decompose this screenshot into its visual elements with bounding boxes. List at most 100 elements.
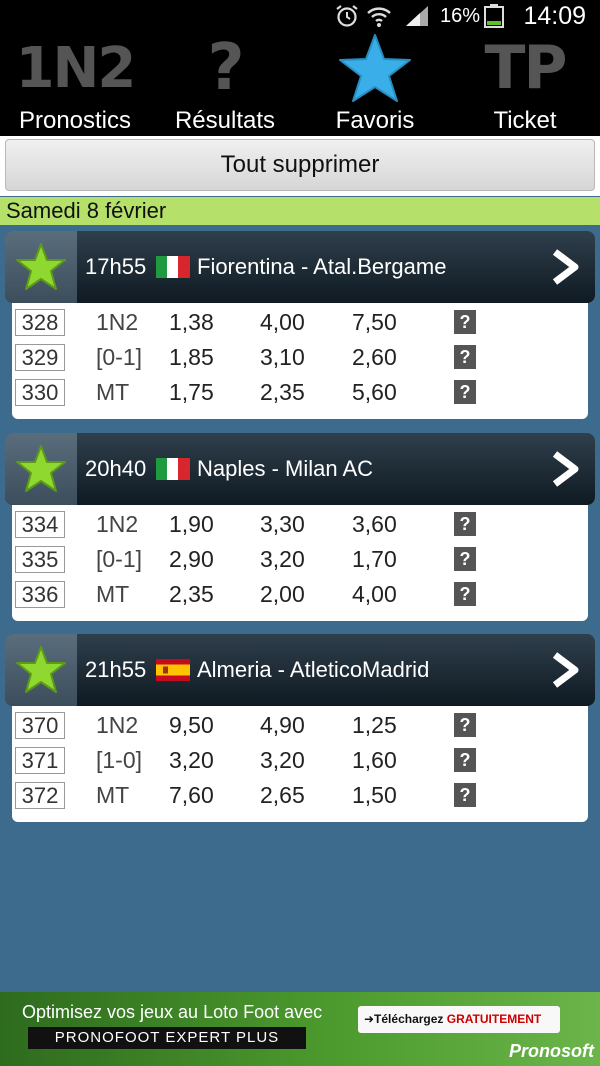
odd-draw[interactable]: 2,65: [260, 782, 305, 809]
bet-number: 330: [15, 379, 65, 406]
odd-away[interactable]: 1,70: [352, 546, 397, 573]
chevron-right-icon[interactable]: [549, 652, 581, 688]
odds-table: 328 1N2 1,38 4,00 7,50 ? 329 [0-1] 1,85 …: [12, 303, 588, 419]
bet-number: 335: [15, 546, 65, 573]
odd-home[interactable]: 1,90: [169, 511, 214, 538]
odd-home[interactable]: 1,75: [169, 379, 214, 406]
clock: 14:09: [523, 2, 586, 30]
help-icon[interactable]: ?: [454, 512, 476, 536]
tab-pronostics[interactable]: 1N2 Pronostics: [0, 33, 150, 136]
match-card: 21h55 Almeria - AtleticoMadrid 370 1N2 9…: [5, 634, 595, 822]
table-row: 370 1N2 9,50 4,90 1,25 ?: [12, 708, 588, 743]
odd-home[interactable]: 2,35: [169, 581, 214, 608]
favorite-toggle[interactable]: [5, 433, 77, 505]
tab-1n2-icon: 1N2: [15, 35, 137, 101]
bet-number: 334: [15, 511, 65, 538]
bet-type: MT: [96, 379, 130, 405]
odd-draw[interactable]: 4,90: [260, 712, 305, 739]
odd-home[interactable]: 2,90: [169, 546, 214, 573]
bet-number: 336: [15, 581, 65, 608]
bet-number: 371: [15, 747, 65, 774]
tab-resultats[interactable]: ? Résultats: [150, 31, 300, 136]
help-icon[interactable]: ?: [454, 380, 476, 404]
spain-flag-icon: [156, 659, 190, 681]
ad-headline: Optimisez vos jeux au Loto Foot avec: [22, 1002, 323, 1022]
help-icon[interactable]: ?: [454, 783, 476, 807]
favorite-toggle[interactable]: [5, 231, 77, 303]
odd-home[interactable]: 1,38: [169, 309, 214, 336]
odd-draw[interactable]: 3,30: [260, 511, 305, 538]
help-icon[interactable]: ?: [454, 748, 476, 772]
table-row: 328 1N2 1,38 4,00 7,50 ?: [12, 305, 588, 340]
odd-home[interactable]: 7,60: [169, 782, 214, 809]
table-row: 329 [0-1] 1,85 3,10 2,60 ?: [12, 340, 588, 375]
date-header: Samedi 8 février: [0, 197, 600, 225]
help-icon[interactable]: ?: [454, 310, 476, 334]
odd-away[interactable]: 7,50: [352, 309, 397, 336]
ad-download-button[interactable]: ➜Téléchargez GRATUITEMENT: [358, 1006, 560, 1033]
odd-draw[interactable]: 3,20: [260, 747, 305, 774]
chevron-right-icon[interactable]: [549, 451, 581, 487]
odd-away[interactable]: 1,50: [352, 782, 397, 809]
odd-home[interactable]: 1,85: [169, 344, 214, 371]
favorite-star-icon: [16, 445, 66, 492]
delete-all-button[interactable]: Tout supprimer: [5, 139, 595, 191]
table-row: 371 [1-0] 3,20 3,20 1,60 ?: [12, 743, 588, 778]
odd-draw[interactable]: 3,20: [260, 546, 305, 573]
odd-away[interactable]: 4,00: [352, 581, 397, 608]
italy-flag-icon: [156, 458, 190, 480]
favorite-star-icon: [16, 646, 66, 693]
favorite-star-icon: [16, 243, 66, 290]
ad-download-highlight: GRATUITEMENT: [446, 1012, 542, 1026]
match-header[interactable]: 20h40 Naples - Milan AC: [5, 433, 595, 505]
help-icon[interactable]: ?: [454, 547, 476, 571]
odd-draw[interactable]: 4,00: [260, 309, 305, 336]
odd-away[interactable]: 2,60: [352, 344, 397, 371]
odd-away[interactable]: 1,25: [352, 712, 397, 739]
odd-home[interactable]: 9,50: [169, 712, 214, 739]
bet-number: 329: [15, 344, 65, 371]
table-row: 334 1N2 1,90 3,30 3,60 ?: [12, 507, 588, 542]
tab-bar: 1N2 Pronostics ? Résultats Favoris TP Ti…: [0, 31, 600, 136]
odd-home[interactable]: 3,20: [169, 747, 214, 774]
tab-favoris[interactable]: Favoris: [300, 33, 450, 136]
star-icon: [339, 34, 411, 102]
match-teams: Fiorentina - Atal.Bergame: [197, 254, 447, 279]
bet-type: 1N2: [96, 511, 139, 537]
table-row: 335 [0-1] 2,90 3,20 1,70 ?: [12, 542, 588, 577]
help-icon[interactable]: ?: [454, 582, 476, 606]
toolbar: Tout supprimer: [0, 136, 600, 196]
match-card: 20h40 Naples - Milan AC 334 1N2 1,90 3,3…: [5, 433, 595, 621]
odd-draw[interactable]: 2,00: [260, 581, 305, 608]
help-icon[interactable]: ?: [454, 345, 476, 369]
odd-away[interactable]: 3,60: [352, 511, 397, 538]
bet-type: 1N2: [96, 712, 139, 738]
odds-table: 334 1N2 1,90 3,30 3,60 ? 335 [0-1] 2,90 …: [12, 505, 588, 621]
match-header[interactable]: 17h55 Fiorentina - Atal.Bergame: [5, 231, 595, 303]
help-icon[interactable]: ?: [454, 713, 476, 737]
alarm-icon: [336, 5, 358, 27]
bet-number: 328: [15, 309, 65, 336]
tab-label: Pronostics: [18, 107, 132, 134]
italy-flag-icon: [156, 256, 190, 278]
odd-draw[interactable]: 3,10: [260, 344, 305, 371]
odd-away[interactable]: 5,60: [352, 379, 397, 406]
ad-product: PRONOFOOT EXPERT PLUS: [28, 1027, 306, 1049]
odd-draw[interactable]: 2,35: [260, 379, 305, 406]
match-header[interactable]: 21h55 Almeria - AtleticoMadrid: [5, 634, 595, 706]
odd-away[interactable]: 1,60: [352, 747, 397, 774]
chevron-right-icon[interactable]: [549, 249, 581, 285]
tab-tp-icon: TP: [484, 33, 568, 103]
favorite-toggle[interactable]: [5, 634, 77, 706]
ad-brand-logo: Pronosoft: [509, 1041, 594, 1061]
tab-ticket[interactable]: TP Ticket: [450, 33, 600, 136]
bet-type: MT: [96, 581, 130, 607]
match-time: 20h40: [85, 456, 147, 481]
battery-percent: 16%: [439, 5, 480, 27]
ad-download-label: ➜Téléchargez: [364, 1012, 447, 1026]
match-time: 21h55: [85, 657, 147, 682]
match-teams: Almeria - AtleticoMadrid: [197, 657, 430, 682]
bet-type: 1N2: [96, 309, 139, 335]
ad-banner[interactable]: Optimisez vos jeux au Loto Foot avec PRO…: [0, 992, 600, 1066]
table-row: 372 MT 7,60 2,65 1,50 ?: [12, 778, 588, 813]
